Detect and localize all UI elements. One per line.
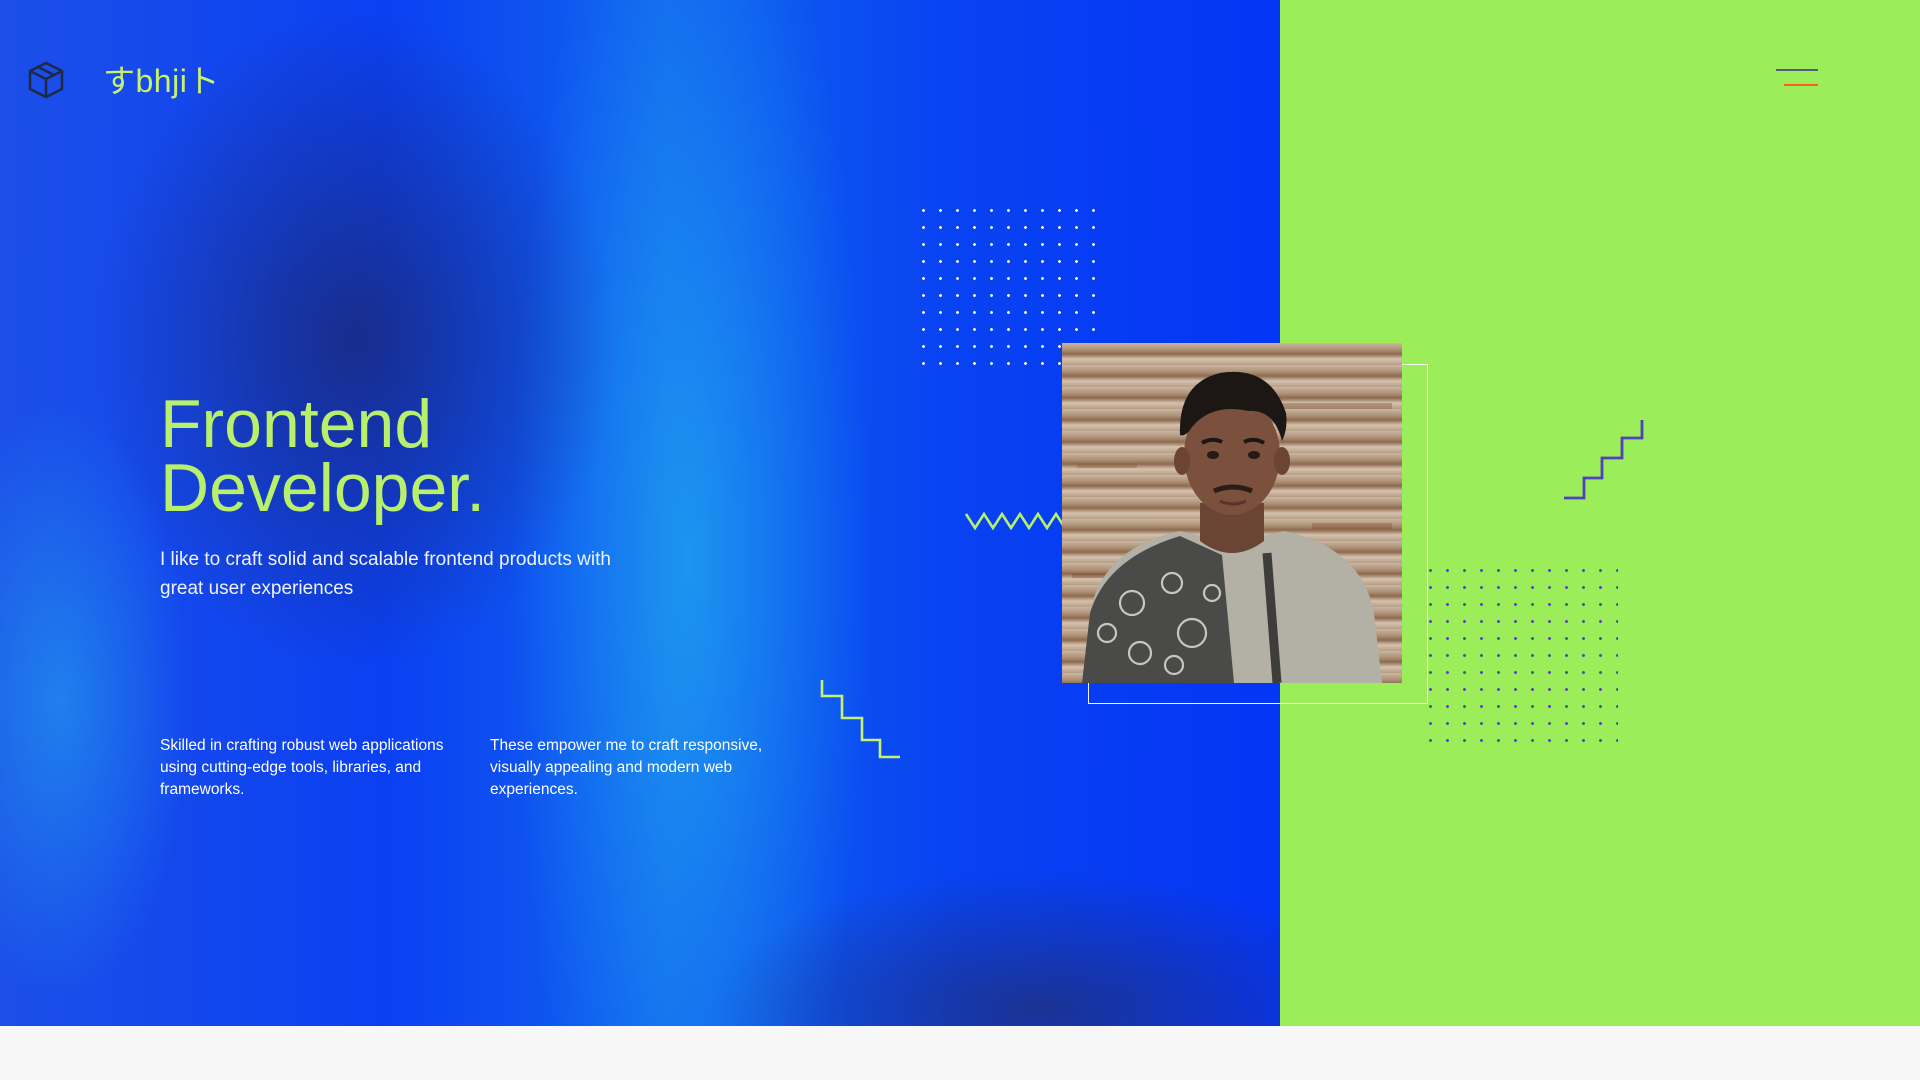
skills-description: Skilled in crafting robust web applicati… — [160, 737, 444, 798]
hero-title-line-2: Developer. — [160, 450, 486, 526]
profile-photo — [1062, 343, 1402, 683]
hamburger-menu-icon[interactable] — [1774, 64, 1820, 92]
hero-subtitle: I like to craft solid and scalable front… — [160, 549, 611, 599]
hero-title: Frontend Developer. — [160, 386, 486, 526]
hero-title-line-1: Frontend — [160, 386, 433, 462]
stairs-decoration-yellow — [820, 680, 900, 759]
dot-grid-decoration-right — [1422, 562, 1618, 746]
menu-bar-bottom — [1784, 84, 1818, 86]
zigzag-decoration — [964, 511, 1067, 531]
brand-name[interactable]: すbhjiト — [103, 56, 220, 102]
stairs-decoration-purple — [1564, 420, 1644, 500]
menu-bar-top — [1776, 69, 1818, 71]
experience-description: These empower me to craft responsive, vi… — [490, 737, 763, 798]
cube-icon[interactable] — [26, 60, 66, 100]
